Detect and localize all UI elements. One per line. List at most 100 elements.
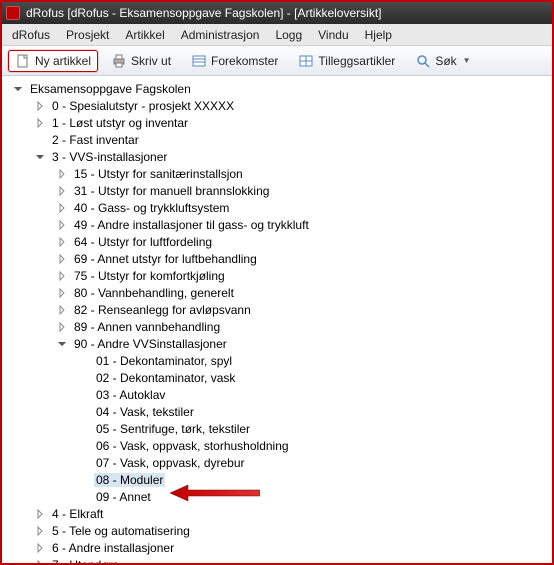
expand-icon[interactable]	[56, 253, 68, 265]
search-label: Søk	[435, 54, 456, 68]
additional-articles-button[interactable]: Tilleggsartikler	[291, 50, 402, 72]
tree-label[interactable]: Eksamensoppgave Fagskolen	[28, 82, 193, 96]
tree-row[interactable]: 5 - Tele og automatisering	[6, 522, 552, 539]
tree-label[interactable]: 08 - Moduler	[94, 473, 165, 487]
tree-label[interactable]: 69 - Annet utstyr for luftbehandling	[72, 252, 259, 266]
tree-row[interactable]: 82 - Renseanlegg for avløpsvann	[6, 301, 552, 318]
tree-label[interactable]: 03 - Autoklav	[94, 388, 167, 402]
expand-icon[interactable]	[56, 287, 68, 299]
tree-label[interactable]: 31 - Utstyr for manuell brannslokking	[72, 184, 271, 198]
tree-row[interactable]: 49 - Andre installasjoner til gass- og t…	[6, 216, 552, 233]
tree-label[interactable]: 07 - Vask, oppvask, dyrebur	[94, 456, 247, 470]
tree-label[interactable]: 05 - Sentrifuge, tørk, tekstiler	[94, 422, 252, 436]
tree-label[interactable]: 04 - Vask, tekstiler	[94, 405, 196, 419]
tree-label[interactable]: 06 - Vask, oppvask, storhusholdning	[94, 439, 291, 453]
tree-label[interactable]: 82 - Renseanlegg for avløpsvann	[72, 303, 253, 317]
expand-icon[interactable]	[56, 321, 68, 333]
menu-vindu[interactable]: Vindu	[310, 26, 356, 44]
tree-row[interactable]: 75 - Utstyr for komfortkjøling	[6, 267, 552, 284]
collapse-icon[interactable]	[56, 338, 68, 350]
expand-icon[interactable]	[56, 185, 68, 197]
tree-row[interactable]: 1 - Løst utstyr og inventar	[6, 114, 552, 131]
tree-row[interactable]: 08 - Moduler	[6, 471, 552, 488]
tree-label[interactable]: 4 - Elkraft	[50, 507, 105, 521]
tree-row[interactable]: 4 - Elkraft	[6, 505, 552, 522]
tree-row[interactable]: Eksamensoppgave Fagskolen	[6, 80, 552, 97]
tree-row[interactable]: 03 - Autoklav	[6, 386, 552, 403]
menu-artikkel[interactable]: Artikkel	[117, 26, 172, 44]
menu-logg[interactable]: Logg	[267, 26, 310, 44]
tree-row[interactable]: 06 - Vask, oppvask, storhusholdning	[6, 437, 552, 454]
tree-row[interactable]: 6 - Andre installasjoner	[6, 539, 552, 556]
search-button[interactable]: Søk ▼	[408, 50, 477, 72]
expand-icon[interactable]	[56, 168, 68, 180]
tree-row[interactable]: 80 - Vannbehandling, generelt	[6, 284, 552, 301]
tree-view[interactable]: Eksamensoppgave Fagskolen 0 - Spesialutst…	[2, 76, 552, 563]
occurrences-button[interactable]: Forekomster	[184, 50, 285, 72]
collapse-icon[interactable]	[34, 151, 46, 163]
window-title: dRofus [dRofus - Eksamensoppgave Fagskol…	[26, 6, 382, 20]
tree-label[interactable]: 1 - Løst utstyr og inventar	[50, 116, 190, 130]
tree-row[interactable]: 89 - Annen vannbehandling	[6, 318, 552, 335]
tree-label[interactable]: 80 - Vannbehandling, generelt	[72, 286, 236, 300]
grid-icon	[298, 53, 314, 69]
tree-label[interactable]: 09 - Annet	[94, 490, 153, 504]
tree-row[interactable]: 90 - Andre VVSinstallasjoner	[6, 335, 552, 352]
expand-icon[interactable]	[56, 202, 68, 214]
tree-label[interactable]: 64 - Utstyr for luftfordeling	[72, 235, 214, 249]
tree-row[interactable]: 07 - Vask, oppvask, dyrebur	[6, 454, 552, 471]
tree-label[interactable]: 0 - Spesialutstyr - prosjekt XXXXX	[50, 99, 236, 113]
tree-row[interactable]: 0 - Spesialutstyr - prosjekt XXXXX	[6, 97, 552, 114]
tree-row[interactable]: 3 - VVS-installasjoner	[6, 148, 552, 165]
tree-label[interactable]: 75 - Utstyr for komfortkjøling	[72, 269, 227, 283]
expand-icon[interactable]	[34, 559, 46, 564]
tree-label[interactable]: 6 - Andre installasjoner	[50, 541, 176, 555]
printer-icon	[111, 53, 127, 69]
tree-row[interactable]: 31 - Utstyr for manuell brannslokking	[6, 182, 552, 199]
menu-drofus[interactable]: dRofus	[4, 26, 58, 44]
tree-label[interactable]: 02 - Dekontaminator, vask	[94, 371, 237, 385]
tree-row[interactable]: 7 - Utendørs	[6, 556, 552, 563]
toolbar: Ny artikkel Skriv ut Forekomster Tillegg…	[2, 46, 552, 76]
tree-row[interactable]: 64 - Utstyr for luftfordeling	[6, 233, 552, 250]
tree-label[interactable]: 49 - Andre installasjoner til gass- og t…	[72, 218, 311, 232]
tree-row[interactable]: 2 - Fast inventar	[6, 131, 552, 148]
tree-label[interactable]: 90 - Andre VVSinstallasjoner	[72, 337, 229, 351]
expand-icon[interactable]	[34, 508, 46, 520]
tree-row[interactable]: 05 - Sentrifuge, tørk, tekstiler	[6, 420, 552, 437]
tree-row[interactable]: 09 - Annet	[6, 488, 552, 505]
tree-label[interactable]: 01 - Dekontaminator, spyl	[94, 354, 234, 368]
tree-row[interactable]: 02 - Dekontaminator, vask	[6, 369, 552, 386]
menu-administrasjon[interactable]: Administrasjon	[173, 26, 268, 44]
expand-icon[interactable]	[34, 542, 46, 554]
occurrences-label: Forekomster	[211, 54, 278, 68]
expand-icon[interactable]	[56, 270, 68, 282]
tree-row[interactable]: 15 - Utstyr for sanitærinstallsjon	[6, 165, 552, 182]
print-button[interactable]: Skriv ut	[104, 50, 178, 72]
tree-label[interactable]: 3 - VVS-installasjoner	[50, 150, 169, 164]
expand-icon[interactable]	[56, 236, 68, 248]
tree-row[interactable]: 40 - Gass- og trykkluftsystem	[6, 199, 552, 216]
tree-label[interactable]: 7 - Utendørs	[50, 558, 121, 564]
tree-label[interactable]: 89 - Annen vannbehandling	[72, 320, 222, 334]
menu-hjelp[interactable]: Hjelp	[357, 26, 400, 44]
app-icon	[6, 6, 20, 20]
expand-icon[interactable]	[56, 219, 68, 231]
tree-row[interactable]: 69 - Annet utstyr for luftbehandling	[6, 250, 552, 267]
expand-icon[interactable]	[34, 525, 46, 537]
additional-articles-label: Tilleggsartikler	[318, 54, 395, 68]
tree-row[interactable]: 04 - Vask, tekstiler	[6, 403, 552, 420]
tree-label[interactable]: 15 - Utstyr for sanitærinstallsjon	[72, 167, 245, 181]
collapse-icon[interactable]	[12, 83, 24, 95]
expand-icon[interactable]	[56, 304, 68, 316]
tree-label[interactable]: 5 - Tele og automatisering	[50, 524, 192, 538]
new-article-button[interactable]: Ny artikkel	[8, 50, 98, 72]
tree-label[interactable]: 2 - Fast inventar	[50, 133, 141, 147]
tree-row[interactable]: 01 - Dekontaminator, spyl	[6, 352, 552, 369]
expand-icon[interactable]	[34, 100, 46, 112]
menubar: dRofus Prosjekt Artikkel Administrasjon …	[2, 24, 552, 46]
expand-icon[interactable]	[34, 117, 46, 129]
tree-label[interactable]: 40 - Gass- og trykkluftsystem	[72, 201, 231, 215]
title-bar: dRofus [dRofus - Eksamensoppgave Fagskol…	[2, 2, 552, 24]
menu-prosjekt[interactable]: Prosjekt	[58, 26, 117, 44]
